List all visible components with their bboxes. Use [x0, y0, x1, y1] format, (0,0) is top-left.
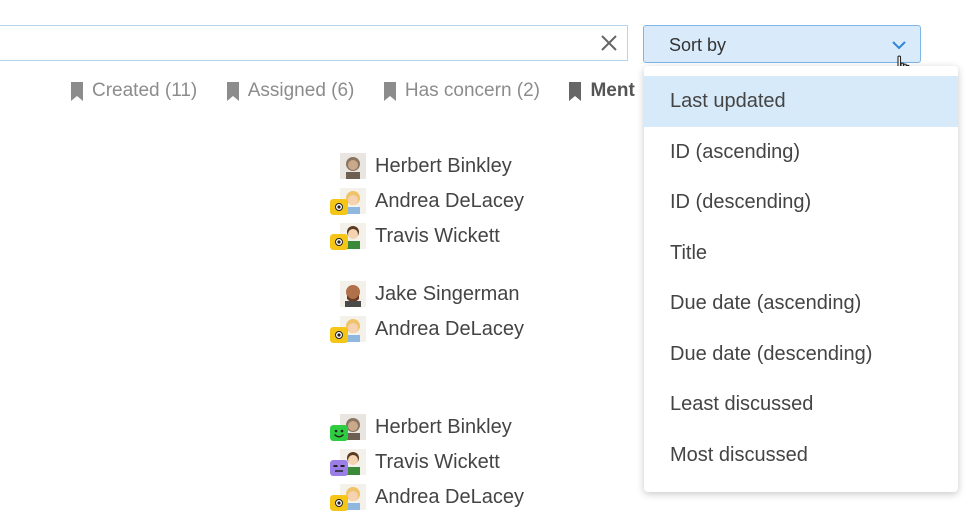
sort-options-menu: Last updated ID (ascending) ID (descendi… — [644, 66, 958, 492]
sort-option-due-date-ascending[interactable]: Due date (ascending) — [644, 278, 958, 329]
filter-tabs: Created (11) Assigned (6) Has concern (2… — [70, 80, 659, 104]
close-icon[interactable] — [599, 33, 619, 53]
chevron-down-icon — [892, 41, 906, 50]
issue-list-page: Sort by Created (11) Assigned (6) Has co… — [0, 0, 970, 524]
person-entry: Jake Singerman — [330, 279, 520, 309]
avatar — [340, 281, 366, 307]
bookmark-icon — [569, 81, 582, 101]
avatar — [340, 153, 366, 179]
watching-badge-icon — [330, 327, 348, 343]
bookmark-icon — [383, 81, 396, 101]
sort-option-last-updated[interactable]: Last updated — [644, 76, 958, 127]
tab-has-concern-label: Has concern (2) — [404, 80, 541, 101]
person-entry: Herbert Binkley — [330, 412, 512, 442]
tab-has-concern[interactable]: Has concern (2) — [383, 80, 540, 102]
person-name: Herbert Binkley — [375, 415, 512, 438]
approved-badge-icon — [330, 425, 348, 441]
person-entry: Andrea DeLacey — [330, 314, 524, 344]
person-name: Travis Wickett — [375, 224, 500, 247]
sort-option-due-date-descending[interactable]: Due date (descending) — [644, 329, 958, 380]
search-input[interactable] — [0, 25, 628, 61]
sort-by-label: Sort by — [669, 35, 727, 55]
person-name: Andrea DeLacey — [375, 189, 524, 212]
person-entry: Travis Wickett — [330, 447, 500, 477]
tab-created-label: Created (11) — [92, 80, 198, 101]
person-name: Andrea DeLacey — [375, 317, 524, 340]
person-entry: Herbert Binkley — [330, 151, 512, 181]
tab-assigned-label: Assigned (6) — [247, 80, 355, 101]
watching-badge-icon — [330, 199, 348, 215]
person-entry: Andrea DeLacey — [330, 186, 524, 216]
watching-badge-icon — [330, 495, 348, 511]
bookmark-icon — [71, 81, 83, 101]
sort-option-id-ascending[interactable]: ID (ascending) — [644, 127, 958, 178]
sort-option-most-discussed[interactable]: Most discussed — [644, 430, 958, 481]
person-entry: Andrea DeLacey — [330, 482, 524, 512]
tab-mentioned[interactable]: Ment — [568, 80, 635, 102]
sort-by-dropdown[interactable]: Sort by — [643, 25, 921, 63]
tab-created[interactable]: Created (11) — [70, 80, 197, 102]
sort-option-title[interactable]: Title — [644, 228, 958, 279]
person-name: Andrea DeLacey — [375, 485, 524, 508]
watching-badge-icon — [330, 234, 348, 250]
tab-assigned[interactable]: Assigned (6) — [226, 80, 355, 102]
bookmark-icon — [226, 81, 239, 101]
sort-option-least-discussed[interactable]: Least discussed — [644, 379, 958, 430]
sort-option-id-descending[interactable]: ID (descending) — [644, 177, 958, 228]
person-name: Herbert Binkley — [375, 154, 512, 177]
tab-mentioned-label: Ment — [590, 80, 635, 101]
person-name: Jake Singerman — [375, 282, 520, 305]
person-entry: Travis Wickett — [330, 221, 500, 251]
person-name: Travis Wickett — [375, 450, 500, 473]
neutral-badge-icon — [330, 460, 348, 476]
